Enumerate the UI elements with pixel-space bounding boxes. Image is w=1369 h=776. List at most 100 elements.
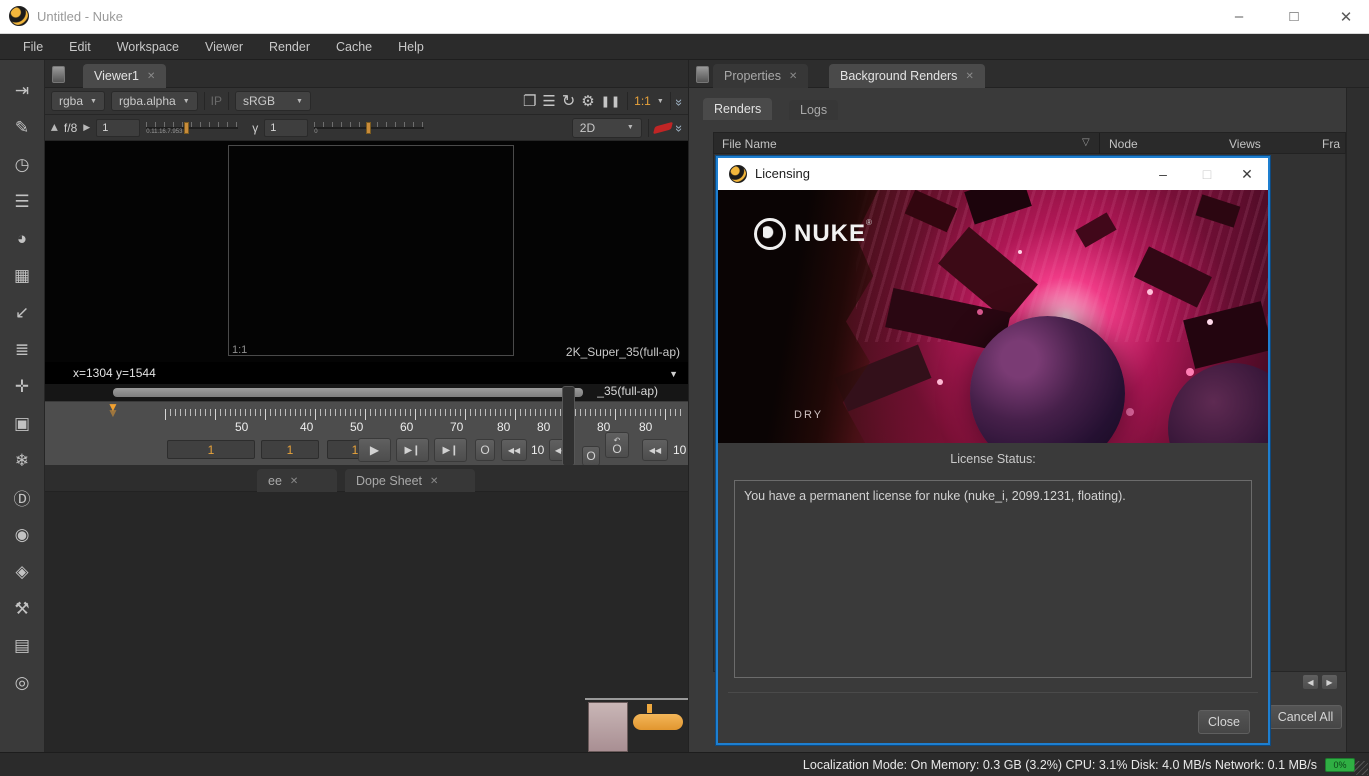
- menu-cache[interactable]: Cache: [323, 34, 385, 60]
- panel-handle-icon[interactable]: [696, 66, 709, 83]
- ruler-number: 60: [400, 420, 413, 434]
- close-tab-icon[interactable]: ✕: [965, 71, 973, 82]
- prev-arrow-icon[interactable]: ◀: [49, 124, 60, 131]
- zero-button[interactable]: O: [475, 439, 495, 461]
- dialog-close-icon[interactable]: ✕: [1230, 166, 1264, 183]
- time-icon[interactable]: ◷: [0, 146, 45, 183]
- close-tab-icon[interactable]: ✕: [147, 71, 155, 82]
- collapse-chevrons-icon[interactable]: »: [672, 125, 687, 130]
- image-icon[interactable]: ⇥: [0, 72, 45, 109]
- wipe-icon[interactable]: ☰: [542, 92, 555, 110]
- next-arrow-icon[interactable]: ▶: [83, 122, 90, 133]
- dope-sheet-area[interactable]: [45, 492, 688, 752]
- layer-select[interactable]: rgba▼: [51, 91, 105, 111]
- play-button[interactable]: ▶: [358, 438, 391, 462]
- orange-node[interactable]: [633, 714, 683, 730]
- play-step-button[interactable]: ▶❙: [396, 438, 429, 462]
- keyer-icon[interactable]: ↙: [0, 294, 45, 331]
- rewind-button[interactable]: ◀◀: [501, 439, 527, 461]
- maximize-icon[interactable]: □: [1279, 8, 1309, 25]
- vertical-scrollbar[interactable]: [562, 386, 575, 466]
- resize-grip[interactable]: [1354, 761, 1368, 775]
- gain-slider[interactable]: 0.11.16.7.953: [146, 122, 238, 134]
- goto-end-button[interactable]: ▶❙: [434, 438, 467, 462]
- 3d-icon[interactable]: ▣: [0, 405, 45, 442]
- minimize-icon[interactable]: –: [1224, 8, 1254, 25]
- loop-zero-button[interactable]: ↶ O: [605, 432, 629, 458]
- gamma-input[interactable]: 1: [264, 119, 308, 137]
- subtab-logs[interactable]: Logs: [789, 100, 838, 120]
- gamma-slider-handle[interactable]: [366, 122, 371, 134]
- color-icon[interactable]: ◕: [0, 220, 45, 257]
- particles-icon[interactable]: ❄: [0, 442, 45, 479]
- playhead-icon[interactable]: ▼: [107, 400, 119, 414]
- menu-render[interactable]: Render: [256, 34, 323, 60]
- tab-dope-sheet-label: Dope Sheet: [356, 474, 422, 488]
- other-icon[interactable]: ▤: [0, 627, 45, 664]
- scroll-right-icon[interactable]: ▶: [1321, 674, 1338, 690]
- channel-icon[interactable]: ☰: [0, 183, 45, 220]
- gamma-slider[interactable]: 0: [314, 122, 424, 134]
- bottom-tabbar: ee ✕ Dope Sheet ✕: [45, 465, 688, 492]
- fstop-label[interactable]: f/8: [64, 121, 77, 135]
- column-views[interactable]: Views: [1229, 137, 1261, 151]
- collapse-chevrons-icon[interactable]: »: [672, 98, 687, 103]
- column-file-name[interactable]: File Name: [722, 137, 777, 151]
- rewind-button-3[interactable]: ◀◀: [642, 439, 668, 461]
- tab-dope-sheet[interactable]: Dope Sheet ✕: [345, 469, 475, 493]
- subtab-renders[interactable]: Renders: [703, 98, 772, 120]
- column-frame[interactable]: Fra: [1322, 137, 1340, 151]
- zoom-select[interactable]: 1:1: [634, 94, 651, 108]
- menu-file[interactable]: File: [10, 34, 56, 60]
- draw-icon[interactable]: ✎: [0, 109, 45, 146]
- close-tab-icon[interactable]: ✕: [789, 71, 797, 82]
- transform-icon[interactable]: ✛: [0, 368, 45, 405]
- chevron-down-icon[interactable]: ▼: [669, 369, 678, 379]
- alpha-select[interactable]: rgba.alpha▼: [111, 91, 198, 111]
- refresh-icon[interactable]: ↻: [562, 91, 575, 111]
- horizontal-scrollbar[interactable]: [113, 388, 583, 397]
- tab-viewer1[interactable]: Viewer1 ✕: [83, 64, 166, 88]
- sort-icon[interactable]: ▽: [1082, 137, 1090, 148]
- views-icon[interactable]: ◉: [0, 516, 45, 553]
- monitor-out-icon[interactable]: ❐: [523, 92, 536, 110]
- tab-background-renders[interactable]: Background Renders ✕: [829, 64, 985, 88]
- panel-handle-icon[interactable]: [52, 66, 65, 83]
- current-frame-field[interactable]: 1: [261, 440, 319, 459]
- zero-button-2[interactable]: O: [582, 446, 600, 466]
- viewer-canvas[interactable]: 1:1 2K_Super_35(full-ap): [45, 141, 688, 362]
- flame-icon[interactable]: ◎: [0, 664, 45, 701]
- filter-icon[interactable]: ▦: [0, 257, 45, 294]
- license-text-box[interactable]: You have a permanent license for nuke (n…: [734, 480, 1252, 678]
- cancel-all-button[interactable]: Cancel All: [1269, 705, 1342, 729]
- menu-edit[interactable]: Edit: [56, 34, 104, 60]
- toolsets-icon[interactable]: ⚒: [0, 590, 45, 627]
- close-tab-icon[interactable]: ✕: [430, 476, 438, 487]
- menu-help[interactable]: Help: [385, 34, 437, 60]
- merge-icon[interactable]: ≣: [0, 331, 45, 368]
- scroll-left-icon[interactable]: ◀: [1302, 674, 1319, 690]
- close-tab-icon[interactable]: ✕: [290, 476, 298, 487]
- close-button[interactable]: Close: [1198, 710, 1250, 734]
- menu-viewer[interactable]: Viewer: [192, 34, 256, 60]
- pause-icon[interactable]: ❚❚: [601, 95, 621, 108]
- gain-slider-handle[interactable]: [184, 122, 189, 134]
- tab-curve-editor-partial[interactable]: ee ✕: [257, 469, 337, 493]
- close-icon[interactable]: ✕: [1331, 8, 1361, 26]
- roi-gear-icon[interactable]: ⚙: [581, 92, 594, 110]
- menu-workspace[interactable]: Workspace: [104, 34, 192, 60]
- colorspace-select[interactable]: sRGB▼: [235, 91, 311, 111]
- dialog-minimize-icon[interactable]: –: [1146, 166, 1180, 182]
- input-process-button[interactable]: IP: [211, 94, 222, 108]
- dialog-maximize-icon[interactable]: □: [1190, 166, 1224, 182]
- tab-properties[interactable]: Properties ✕: [713, 64, 808, 88]
- column-node[interactable]: Node: [1109, 137, 1138, 151]
- chevron-down-icon[interactable]: ▼: [657, 98, 664, 105]
- red-brush-icon[interactable]: [653, 121, 673, 134]
- metadata-icon[interactable]: ◈: [0, 553, 45, 590]
- view-mode-select[interactable]: 2D▼: [572, 118, 642, 138]
- divider: [627, 92, 628, 110]
- frame-range-start-field[interactable]: 1: [167, 440, 255, 459]
- gain-input[interactable]: 1: [96, 119, 140, 137]
- deep-icon[interactable]: Ⓓ: [0, 479, 45, 516]
